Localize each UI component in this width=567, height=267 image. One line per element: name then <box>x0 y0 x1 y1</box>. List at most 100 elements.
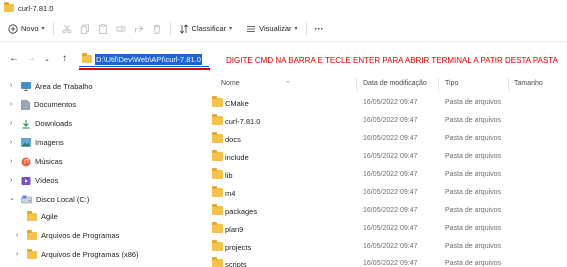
more-options-button[interactable]: ··· <box>311 19 328 39</box>
table-row[interactable]: include 16/05/2022 09:47 Pasta de arquiv… <box>206 147 567 166</box>
folder-icon <box>27 229 37 240</box>
chevron-down-icon: ▾ <box>294 26 298 32</box>
chevron-right-icon[interactable]: › <box>10 101 12 108</box>
file-date: 16/05/2022 09:47 <box>363 189 418 196</box>
sort-button-label: Classificar <box>191 24 227 33</box>
document-icon <box>21 99 30 110</box>
share-button[interactable] <box>130 19 148 39</box>
file-date: 16/05/2022 09:47 <box>363 117 418 124</box>
chevron-right-icon[interactable]: › <box>10 177 12 184</box>
sidebar-item-program-files-x86[interactable]: Arquivos de Programas (x86) <box>27 247 139 262</box>
file-name: m4 <box>225 189 236 198</box>
sidebar-item-label: Arquivos de Programas <box>41 231 120 240</box>
address-path[interactable]: D:\Util\Dev\Web\API\curl-7.81.0 <box>95 53 202 65</box>
file-date: 16/05/2022 09:47 <box>363 99 418 106</box>
table-row[interactable]: curl-7.81.0 16/05/2022 09:47 Pasta de ar… <box>206 111 567 130</box>
folder-icon <box>212 168 223 179</box>
sidebar-item-label: Downloads <box>35 119 73 128</box>
desktop-icon <box>21 82 31 91</box>
sort-icon <box>179 23 188 34</box>
cut-button[interactable] <box>58 19 76 39</box>
sidebar-item-label: Agile <box>41 212 58 221</box>
chevron-right-icon[interactable]: › <box>16 251 18 258</box>
navigation-pane: › Área de Trabalho › Documentos › Downlo… <box>0 76 190 267</box>
address-row: ← → ⌄ ↑ D:\Util\Dev\Web\API\curl-7.81.0 … <box>0 43 567 73</box>
download-icon <box>22 119 30 128</box>
back-arrow-icon[interactable]: ← <box>9 53 19 64</box>
command-bar: Novo ▾ Classificar ▾ Visualizar ▾ ··· <box>0 16 567 42</box>
file-name: lib <box>225 171 233 180</box>
forward-arrow-icon[interactable]: → <box>26 53 36 64</box>
file-name: plan9 <box>225 225 244 234</box>
file-name: CMake <box>225 99 249 108</box>
up-arrow-icon[interactable]: ↑ <box>62 53 67 64</box>
column-divider[interactable] <box>508 78 509 91</box>
sidebar-item-program-files[interactable]: Arquivos de Programas <box>27 228 119 243</box>
table-row[interactable]: docs 16/05/2022 09:47 Pasta de arquivos <box>206 129 567 148</box>
sidebar-item-music[interactable]: Músicas <box>21 154 63 169</box>
table-row[interactable]: plan9 16/05/2022 09:47 Pasta de arquivos <box>206 219 567 238</box>
file-type: Pasta de arquivos <box>445 189 502 196</box>
file-type: Pasta de arquivos <box>445 260 502 267</box>
window-title: curl-7.81.0 <box>18 3 54 13</box>
sidebar-item-pictures[interactable]: Imagens <box>21 135 64 150</box>
table-row[interactable]: m4 16/05/2022 09:47 Pasta de arquivos <box>206 183 567 202</box>
table-row[interactable]: packages 16/05/2022 09:47 Pasta de arqui… <box>206 201 567 220</box>
paste-button[interactable] <box>94 19 112 39</box>
copy-button[interactable] <box>76 19 94 39</box>
sidebar-item-label: Músicas <box>35 157 63 166</box>
table-row[interactable]: scripts 16/05/2022 09:47 Pasta de arquiv… <box>206 254 567 267</box>
new-button[interactable]: Novo ▾ <box>4 19 49 39</box>
chevron-down-icon[interactable]: ⌄ <box>9 194 15 202</box>
column-header-date[interactable]: Data de modificação <box>363 80 427 87</box>
address-bar[interactable]: D:\Util\Dev\Web\API\curl-7.81.0 <box>79 52 209 67</box>
folder-icon <box>212 114 223 125</box>
file-type: Pasta de arquivos <box>445 153 502 160</box>
folder-icon <box>27 210 37 221</box>
rename-icon <box>116 25 125 32</box>
sidebar-item-agile[interactable]: Agile <box>27 209 58 224</box>
file-date: 16/05/2022 09:47 <box>363 243 418 250</box>
file-type: Pasta de arquivos <box>445 243 502 250</box>
recent-chevron-icon[interactable]: ⌄ <box>44 55 50 63</box>
table-row[interactable]: lib 16/05/2022 09:47 Pasta de arquivos <box>206 165 567 184</box>
column-header-name[interactable]: Nome <box>221 80 240 87</box>
file-date: 16/05/2022 09:47 <box>363 207 418 214</box>
view-icon <box>247 25 256 32</box>
toolbar-divider <box>52 21 54 36</box>
sidebar-item-videos[interactable]: Vídeos <box>21 173 58 188</box>
sort-button[interactable]: Classificar ▾ <box>175 19 237 39</box>
file-type: Pasta de arquivos <box>445 171 502 178</box>
file-date: 16/05/2022 09:47 <box>363 153 418 160</box>
chevron-right-icon[interactable]: › <box>10 82 12 89</box>
chevron-right-icon[interactable]: › <box>10 120 12 127</box>
file-date: 16/05/2022 09:47 <box>363 135 418 142</box>
sidebar-item-downloads[interactable]: Downloads <box>21 116 72 131</box>
sidebar-item-local-disk[interactable]: Disco Local (C:) <box>21 192 89 207</box>
chevron-right-icon[interactable]: › <box>16 232 18 239</box>
folder-icon <box>212 257 223 267</box>
chevron-right-icon[interactable]: › <box>10 139 12 146</box>
file-name: scripts <box>225 260 247 267</box>
delete-button[interactable] <box>148 19 166 39</box>
column-divider[interactable] <box>438 78 439 91</box>
file-name: projects <box>225 243 252 252</box>
table-row[interactable]: CMake 16/05/2022 09:47 Pasta de arquivos <box>206 93 567 112</box>
more-icon: ··· <box>314 23 324 34</box>
sidebar-item-documents[interactable]: Documentos <box>21 97 76 112</box>
file-type: Pasta de arquivos <box>445 207 502 214</box>
rename-button[interactable] <box>112 19 130 39</box>
column-header-size[interactable]: Tamanho <box>514 80 543 87</box>
sidebar-item-label: Documentos <box>34 100 77 109</box>
folder-icon <box>212 222 223 233</box>
chevron-right-icon[interactable]: › <box>10 158 12 165</box>
column-divider[interactable] <box>356 78 357 91</box>
chevron-down-icon: ▾ <box>229 26 233 32</box>
file-list: ⌃ Nome Data de modificação Tipo Tamanho … <box>206 76 567 267</box>
new-button-label: Novo <box>21 24 39 33</box>
column-header-type[interactable]: Tipo <box>445 80 458 87</box>
file-date: 16/05/2022 09:47 <box>363 225 418 232</box>
view-button[interactable]: Visualizar ▾ <box>242 19 301 39</box>
sidebar-item-desktop[interactable]: Área de Trabalho <box>21 79 93 94</box>
file-type: Pasta de arquivos <box>445 135 502 142</box>
